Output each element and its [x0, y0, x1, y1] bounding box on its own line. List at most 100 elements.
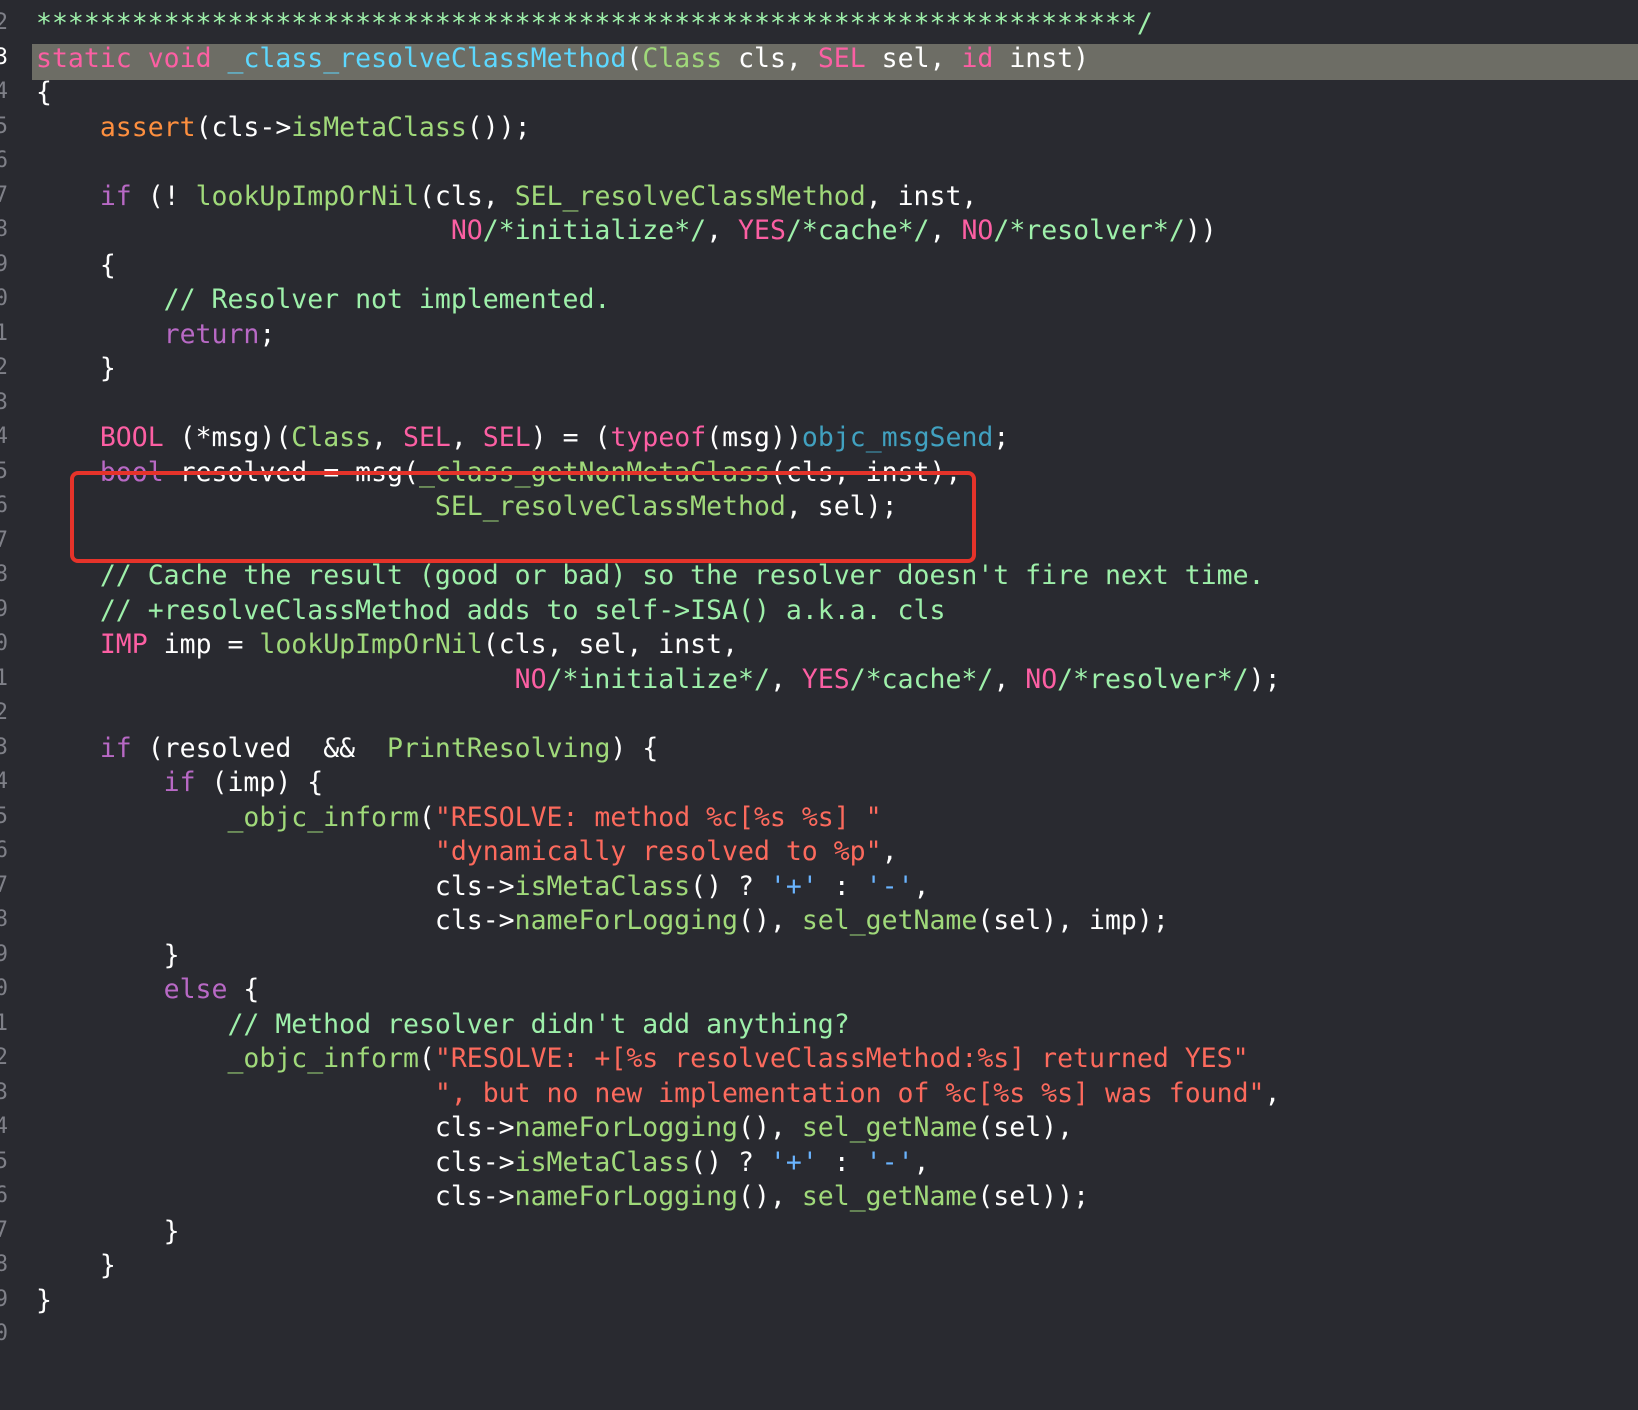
code-line[interactable]: } — [36, 1283, 52, 1319]
code-line[interactable]: return; — [36, 317, 276, 353]
code-token: , — [913, 1146, 930, 1178]
line-number: 1 — [0, 665, 8, 691]
code-token: , — [371, 422, 403, 453]
code-token: cls-> — [36, 1112, 515, 1143]
code-token: /*resolver*/ — [1057, 663, 1249, 695]
code-token: (), — [738, 905, 802, 936]
line-number: 3 — [0, 734, 8, 760]
code-line[interactable]: _objc_inform("RESOLVE: +[%s resolveClass… — [36, 1041, 1248, 1077]
code-line[interactable]: } — [36, 1214, 180, 1250]
code-line[interactable]: NO/*initialize*/, YES/*cache*/, NO/*reso… — [36, 662, 1281, 698]
line-number: 8 — [0, 907, 8, 932]
code-line[interactable]: } — [36, 938, 180, 974]
line-number: 0 — [0, 631, 8, 656]
line-number: 2 — [0, 10, 8, 35]
code-editor[interactable]: 234567890123456789012345678901234567890 … — [0, 0, 1638, 1410]
line-number: 9 — [0, 941, 8, 967]
code-line[interactable]: cls->nameForLogging(), sel_getName(sel), — [36, 1110, 1073, 1146]
line-number-gutter: 2 3 4 5 6 7 8 9 0 1 2 3 4 5 6 7 8 9 0 1 2 3 4 5 6 7 8 9 0 1 2 3 4 5 6 7 8 9 0 — [0, 0, 10, 1410]
line-number: 8 — [0, 562, 8, 587]
code-token: lookUpImpOrNil — [195, 180, 419, 212]
code-line[interactable]: cls->isMetaClass() ? '+' : '-', — [36, 869, 930, 905]
code-line[interactable]: // Method resolver didn't add anything? — [36, 1007, 849, 1043]
code-line[interactable]: cls->nameForLogging(), sel_getName(sel))… — [36, 1179, 1089, 1215]
code-token: cls, — [722, 42, 818, 74]
code-token: (! — [131, 180, 196, 212]
code-token: sel_getName — [801, 1112, 978, 1143]
code-token: NO — [514, 663, 547, 695]
code-line[interactable]: if (! lookUpImpOrNil(cls, SEL_resolveCla… — [36, 179, 978, 215]
code-token: void — [147, 42, 212, 74]
code-token: , inst, — [865, 180, 978, 212]
code-line[interactable]: cls->isMetaClass() ? '+' : '-', — [36, 1145, 930, 1181]
line-number: 6 — [0, 1183, 8, 1208]
code-token: ); — [1248, 663, 1281, 695]
code-line[interactable]: static void _class_resolveClassMethod(Cl… — [36, 41, 1089, 77]
code-line[interactable]: } — [36, 1248, 116, 1284]
code-token: () ? — [690, 1146, 770, 1178]
code-token: if — [99, 732, 132, 764]
code-token: nameForLogging — [514, 905, 739, 936]
code-token: (resolved && — [131, 732, 388, 764]
code-token: () ? — [690, 870, 770, 902]
code-token: } — [36, 939, 180, 971]
line-number: 2 — [0, 1045, 8, 1070]
code-token: (), — [738, 1112, 802, 1143]
code-line[interactable]: if (imp) { — [36, 765, 324, 801]
code-token: ", but no new implementation of %c[%s %s… — [434, 1077, 1265, 1109]
code-token: ) { — [610, 732, 659, 764]
code-line[interactable]: "dynamically resolved to %p", — [36, 834, 898, 870]
line-number: 9 — [0, 251, 8, 277]
code-line[interactable]: ", but no new implementation of %c[%s %s… — [36, 1076, 1281, 1112]
code-line[interactable]: ****************************************… — [36, 6, 1153, 42]
code-line[interactable]: _objc_inform("RESOLVE: method %c[%s %s] … — [36, 800, 881, 836]
code-line[interactable]: IMP imp = lookUpImpOrNil(cls, sel, inst, — [36, 627, 738, 663]
code-line[interactable]: } — [36, 351, 116, 387]
code-line[interactable]: // Cache the result (good or bad) so the… — [36, 558, 1265, 594]
line-number: 1 — [0, 1010, 8, 1036]
code-token: ( — [626, 42, 643, 74]
line-number: 9 — [0, 596, 8, 622]
code-token: PrintResolving — [387, 732, 611, 764]
code-token: , — [769, 663, 802, 695]
code-line[interactable]: { — [36, 248, 116, 284]
code-token: '+' — [769, 870, 818, 902]
code-token: NO — [1025, 663, 1058, 695]
code-token: (imp) { — [195, 767, 324, 798]
code-line[interactable]: else { — [36, 972, 260, 1008]
code-token: /*cache*/ — [849, 663, 994, 695]
line-number: 4 — [0, 769, 8, 794]
code-token: '+' — [769, 1146, 818, 1178]
code-token: (sel), — [977, 1112, 1074, 1143]
code-line[interactable]: if (resolved && PrintResolving) { — [36, 731, 658, 767]
code-line[interactable]: assert(cls->isMetaClass()); — [36, 110, 531, 146]
code-token: nameForLogging — [514, 1181, 739, 1212]
code-token: , — [929, 215, 962, 246]
code-token: (cls-> — [195, 111, 292, 143]
code-token: assert — [99, 111, 196, 143]
code-token: IMP — [99, 629, 148, 660]
code-token: : — [817, 1146, 866, 1178]
code-line[interactable]: // +resolveClassMethod adds to self->ISA… — [36, 593, 946, 629]
code-token: (*msg)( — [163, 422, 292, 453]
code-token: YES — [738, 215, 786, 246]
code-token: lookUpImpOrNil — [259, 629, 483, 660]
code-line[interactable]: NO/*initialize*/, YES/*cache*/, NO/*reso… — [36, 213, 1217, 249]
code-line[interactable]: cls->nameForLogging(), sel_getName(sel),… — [36, 903, 1169, 939]
line-number: 0 — [0, 286, 8, 311]
code-line[interactable]: // Resolver not implemented. — [36, 282, 611, 318]
code-token: /*initialize*/ — [482, 215, 707, 246]
code-line[interactable]: BOOL (*msg)(Class, SEL, SEL) = (typeof(m… — [36, 420, 1010, 456]
code-line[interactable]: { — [36, 75, 52, 111]
code-token: id — [961, 42, 994, 74]
code-token: (msg)) — [706, 422, 802, 453]
line-number: 6 — [0, 493, 8, 518]
code-token: ****************************************… — [36, 8, 1153, 39]
